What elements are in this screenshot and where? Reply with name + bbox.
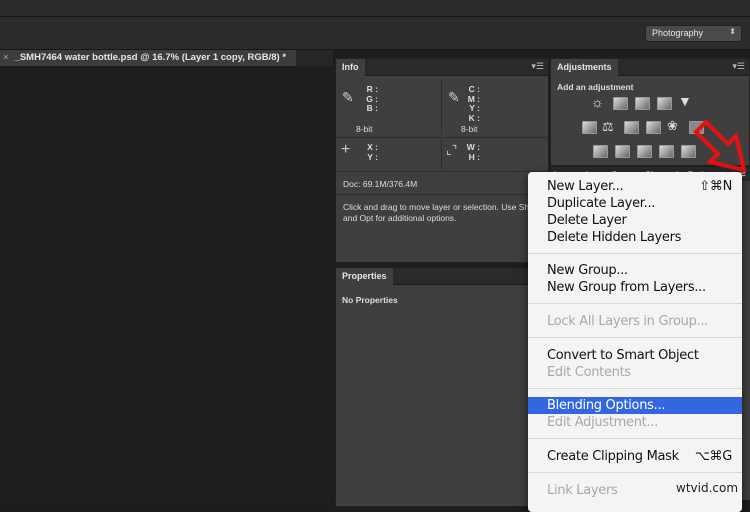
levels-icon[interactable] [613, 97, 628, 110]
menu-item-delete-layer[interactable]: Delete Layer [528, 212, 742, 229]
y-coord-label: Y : [367, 151, 378, 162]
options-bar [0, 0, 750, 50]
menu-separator [528, 253, 742, 254]
menu-item-new-layer[interactable]: New Layer... ⇧⌘N [528, 178, 742, 195]
invert-icon[interactable] [593, 145, 608, 158]
menu-separator [528, 472, 742, 473]
k-label: K : [468, 112, 480, 123]
b-label: B : [366, 103, 378, 113]
color-balance-icon[interactable]: ⚖ [602, 119, 614, 135]
threshold-icon[interactable] [637, 145, 652, 158]
menu-separator [528, 337, 742, 338]
no-properties-text: No Properties [342, 295, 398, 305]
tab-properties[interactable]: Properties [336, 268, 393, 285]
menu-item-blending-options[interactable]: Blending Options... [528, 397, 742, 414]
eyedropper-icon[interactable]: ✎ [342, 89, 354, 106]
properties-panel: Properties No Properties [335, 267, 549, 507]
cmyk-bitdepth: 8-bit [461, 124, 478, 134]
selection-size-icon: ⌞⌝ [446, 143, 458, 157]
menu-item-delete-hidden-layers[interactable]: Delete Hidden Layers [528, 229, 742, 246]
menu-item-create-clipping-mask[interactable]: Create Clipping Mask ⌥⌘G [528, 448, 742, 465]
adjustments-heading: Add an adjustment [557, 82, 634, 92]
chevron-updown-icon: ⬍ [729, 27, 736, 36]
menu-separator [528, 303, 742, 304]
crosshair-icon: + [341, 141, 351, 158]
shortcut: ⇧⌘N [699, 179, 732, 194]
menu-separator [528, 438, 742, 439]
menu-item-new-group[interactable]: New Group... [528, 262, 742, 279]
close-icon[interactable]: × [3, 52, 9, 63]
panel-menu-icon[interactable]: ▾☰ [732, 61, 745, 72]
canvas[interactable] [0, 66, 333, 500]
vibrance-icon[interactable]: ▼ [678, 93, 692, 109]
menu-item-convert-to-smart-object[interactable]: Convert to Smart Object [528, 347, 742, 364]
red-arrow-annotation [693, 119, 747, 173]
selective-color-icon[interactable] [659, 145, 674, 158]
posterize-icon[interactable] [615, 145, 630, 158]
rgb-bitdepth: 8-bit [356, 124, 373, 134]
photo-filter-icon[interactable] [646, 121, 661, 134]
exposure-icon[interactable] [657, 97, 672, 110]
document-title: _SMH7464 water bottle.psd @ 16.7% (Layer… [14, 52, 287, 63]
black-white-icon[interactable] [624, 121, 639, 134]
menu-item-lock-all-layers: Lock All Layers in Group... [547, 314, 709, 329]
tab-info[interactable]: Info [336, 59, 365, 76]
menu-item-new-group-from-layers[interactable]: New Group from Layers... [528, 279, 742, 296]
tab-adjustments[interactable]: Adjustments [551, 59, 618, 76]
workspace-label: Photography [652, 28, 704, 38]
menu-item-edit-adjustment: Edit Adjustment... [547, 415, 658, 430]
info-hint: Click and drag to move layer or selectio… [343, 202, 536, 223]
shortcut: ⌥⌘G [694, 449, 732, 464]
hue-saturation-icon[interactable] [582, 121, 597, 134]
h-label: H : [468, 151, 480, 162]
menu-item-duplicate-layer[interactable]: Duplicate Layer... [528, 195, 742, 212]
menu-item-edit-contents: Edit Contents [547, 365, 631, 380]
panel-menu-icon[interactable]: ▾☰ [531, 61, 544, 72]
workspace-dropdown[interactable]: Photography ⬍ [645, 25, 742, 42]
eyedropper-icon[interactable]: ✎ [448, 89, 460, 106]
info-panel: Info ▾☰ ✎ R :G :B : 8-bit ✎ C :M :Y :K : … [335, 58, 549, 263]
brightness-icon[interactable]: ☼ [591, 94, 604, 110]
doc-size: Doc: 69.1M/376.4M [343, 179, 418, 189]
watermark: wtvid.com [676, 481, 739, 495]
menu-separator [528, 388, 742, 389]
channel-mixer-icon[interactable]: ❀ [667, 118, 678, 134]
document-tab[interactable]: × _SMH7464 water bottle.psd @ 16.7% (Laye… [0, 50, 296, 66]
layers-panel-menu: New Layer... ⇧⌘N Duplicate Layer... Delet… [528, 172, 742, 512]
curves-icon[interactable] [635, 97, 650, 110]
